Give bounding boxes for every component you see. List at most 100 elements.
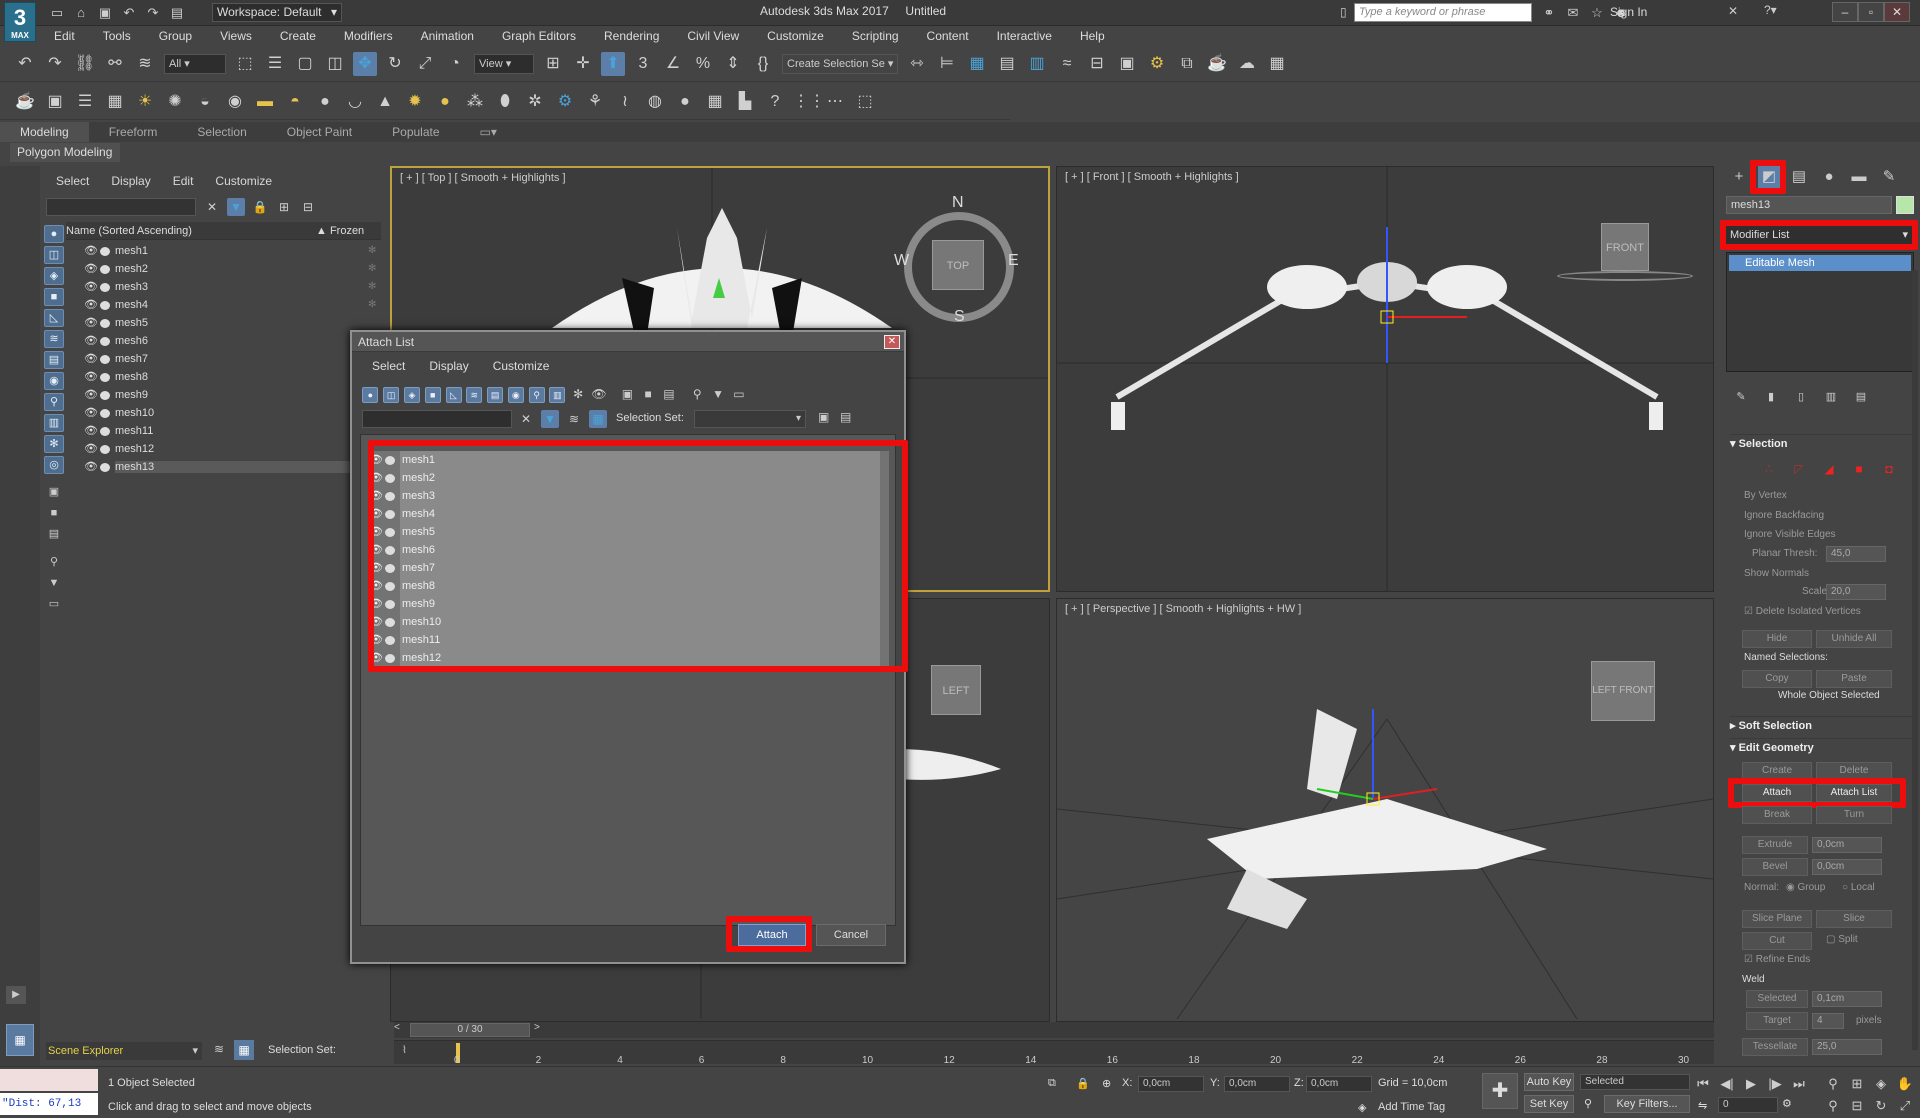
angle-snap-icon[interactable]: ∠ (661, 52, 685, 76)
schematic-view-icon[interactable]: ⊟ (1085, 52, 1109, 76)
select-by-name-icon[interactable]: ☰ (263, 52, 287, 76)
funnel-icon[interactable]: ⚲ (689, 387, 705, 403)
network-icon[interactable]: ✲ (523, 90, 547, 114)
key-filters-button[interactable]: Key Filters... (1604, 1095, 1690, 1113)
make-unique-icon[interactable]: ▯ (1790, 386, 1812, 408)
time-slider-knob[interactable]: 0 / 30 (410, 1023, 530, 1037)
visibility-icon[interactable]: 👁 (84, 458, 98, 476)
close-button[interactable]: ✕ (1884, 2, 1910, 22)
display-containers-icon[interactable]: ▥ (44, 414, 64, 432)
align-icon[interactable]: ⊨ (935, 52, 959, 76)
zoom-extents-all-icon[interactable]: ⊟ (1848, 1097, 1866, 1115)
hide-button[interactable]: Hide (1742, 630, 1812, 648)
list-item[interactable]: 👁 mesh9 (68, 386, 382, 404)
column-name[interactable]: Name (Sorted Ascending) (66, 225, 192, 237)
zoom-icon[interactable]: ⚲ (1824, 1075, 1842, 1093)
break-button[interactable]: Break (1742, 806, 1812, 824)
visibility-icon[interactable]: 👁 (84, 314, 98, 332)
isolate-icon[interactable]: ⧉ (1048, 1077, 1056, 1090)
minimize-button[interactable]: – (1832, 2, 1858, 22)
viewcube-top[interactable]: TOP (932, 240, 984, 290)
remove-modifier-icon[interactable]: ▥ (1820, 386, 1842, 408)
display-geometry-icon[interactable]: ● (44, 225, 64, 243)
set-key-mode-icon[interactable]: ✚ (1482, 1073, 1518, 1109)
se-menu-edit[interactable]: Edit (173, 174, 194, 188)
prev-key-icon[interactable]: ◀| (1718, 1075, 1736, 1093)
track-bar[interactable]: ⌇ 0 2 4 6 8 10 12 14 16 18 20 22 24 26 28 30 (394, 1040, 1714, 1066)
menu-edit[interactable]: Edit (40, 26, 89, 46)
refine-ends-checkbox[interactable]: ☑ Refine Ends (1744, 954, 1810, 965)
set-key-button[interactable]: Set Key (1524, 1095, 1574, 1113)
z-coordinate-field[interactable]: 0,0cm (1306, 1076, 1372, 1092)
filter-cameras-icon[interactable]: ■ (424, 387, 441, 403)
frozen-icon[interactable]: ✻ (368, 278, 376, 296)
menu-animation[interactable]: Animation (407, 26, 488, 46)
extrude-button[interactable]: Extrude (1742, 836, 1808, 854)
material-sphere-icon[interactable]: ● (673, 90, 697, 114)
highlight-set-icon[interactable]: ▤ (840, 410, 851, 424)
window-crossing-icon[interactable]: ◫ (323, 52, 347, 76)
save-icon[interactable]: ▣ (96, 4, 114, 22)
key-mode-dropdown[interactable]: Selected (1580, 1074, 1690, 1090)
vertex-icon[interactable]: ∴ (1758, 458, 1780, 480)
display-all-icon[interactable]: ▣ (44, 484, 64, 502)
slice-button[interactable]: Slice (1816, 910, 1892, 928)
redo-icon[interactable]: ↷ (43, 52, 67, 76)
go-to-start-icon[interactable]: ⏮ (1694, 1075, 1712, 1093)
display-helpers-icon[interactable]: ◺ (44, 309, 64, 327)
normal-local-radio[interactable]: ○ Local (1842, 882, 1875, 893)
bevel-spinner[interactable]: 0,0cm (1812, 859, 1882, 875)
dotted-box-icon[interactable]: ⬚ (853, 90, 877, 114)
clear-search-icon[interactable]: ✕ (517, 410, 535, 428)
bind-space-warp-icon[interactable]: ≋ (133, 52, 157, 76)
unlink-icon[interactable]: ⚯ (103, 52, 127, 76)
dots-icon[interactable]: ⁂ (463, 90, 487, 114)
explorer-toggle-icon[interactable]: ▦ (589, 410, 607, 428)
lock-icon[interactable]: 🔒 (251, 198, 269, 216)
clear-search-icon[interactable]: ✕ (203, 198, 221, 216)
display-xrefs-icon[interactable]: ◉ (44, 372, 64, 390)
panel-icon[interactable]: ▯ (1340, 5, 1347, 19)
render-production-icon[interactable]: ☕ (1205, 52, 1229, 76)
ignore-visible-edges-checkbox[interactable]: Ignore Visible Edges (1744, 529, 1836, 540)
rollout-soft-selection[interactable]: ▸ Soft Selection (1730, 716, 1914, 734)
rectangle-selection-icon[interactable]: ▢ (293, 52, 317, 76)
list-item-selected[interactable]: 👁 mesh13 (68, 458, 382, 476)
list-icon[interactable]: ☰ (73, 90, 97, 114)
helper-icon[interactable]: ◒ (193, 90, 217, 114)
display-tab-icon[interactable]: ▬ (1848, 166, 1870, 188)
display-invert-icon[interactable]: ▤ (44, 526, 64, 544)
display-frozen-icon[interactable]: ✻ (44, 435, 64, 453)
select-rotate-icon[interactable]: ↻ (383, 52, 407, 76)
list-item[interactable]: 👁 mesh10 (68, 404, 382, 422)
help-circle-icon[interactable]: ? (763, 90, 787, 114)
list-item[interactable]: 👁 mesh2 ✻ (68, 260, 382, 278)
mirror-icon[interactable]: ⇿ (905, 52, 929, 76)
light-icon[interactable]: ☀ (133, 90, 157, 114)
sign-in-link[interactable]: Sign In (1610, 5, 1647, 19)
turn-button[interactable]: Turn (1816, 806, 1892, 824)
menu-rendering[interactable]: Rendering (590, 26, 673, 46)
column-frozen[interactable]: ▲ Frozen (316, 222, 364, 240)
y-coordinate-field[interactable]: 0,0cm (1224, 1076, 1290, 1092)
dotted-grid-icon[interactable]: ⋮⋮ (793, 90, 825, 114)
star-icon[interactable]: ☆ (1588, 4, 1606, 22)
filter-geometry-icon[interactable]: ● (362, 387, 379, 403)
tessellate-button[interactable]: Tessellate (1742, 1038, 1808, 1056)
manipulate-icon[interactable]: ✛ (571, 52, 595, 76)
visibility-icon[interactable]: 👁 (84, 368, 98, 386)
cone-icon[interactable]: ▲ (373, 90, 397, 114)
visibility-icon[interactable]: 👁 (84, 296, 98, 314)
edge-icon[interactable]: ◸ (1788, 458, 1810, 480)
planar-thresh-spinner[interactable]: 45,0 (1826, 546, 1886, 562)
open-file-icon[interactable]: ⌂ (72, 4, 90, 22)
ribbon-tab-selection[interactable]: Selection (177, 122, 266, 142)
ribbon-tab-object-paint[interactable]: Object Paint (267, 122, 372, 142)
expand-arrow-icon[interactable]: ▶ (6, 986, 26, 1004)
select-move-icon[interactable]: ✥ (353, 51, 377, 76)
undo-icon[interactable]: ↶ (13, 52, 37, 76)
key-mode-toggle-icon[interactable]: ⇋ (1698, 1099, 1707, 1112)
sort-icon[interactable]: ⊟ (299, 198, 317, 216)
maxscript-listener-pink[interactable] (0, 1069, 98, 1091)
dotted-line-icon[interactable]: ⋯ (823, 90, 847, 114)
